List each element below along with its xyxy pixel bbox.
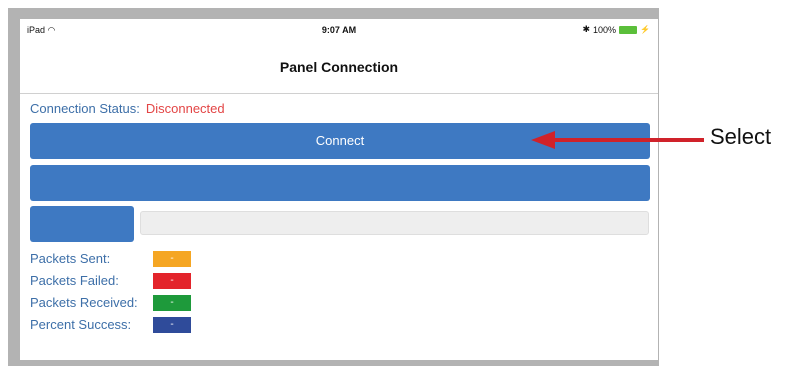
battery-indicator: ✱ 100% ⚡ [582, 24, 650, 35]
status-bar: iPad ◠ 9:07 AM ✱ 100% ⚡ [20, 19, 658, 37]
connection-status-value: Disconnected [145, 101, 225, 116]
stat-value-badge: - [153, 273, 191, 289]
status-time: 9:07 AM [321, 25, 357, 35]
stat-value-badge: - [153, 317, 191, 333]
stat-value-badge: - [153, 251, 191, 267]
bluetooth-icon: ✱ [582, 24, 590, 34]
nav-divider [20, 93, 658, 94]
charging-icon: ⚡ [640, 25, 650, 34]
stat-label: Percent Success: [30, 317, 132, 332]
page-title: Panel Connection [279, 59, 399, 75]
connection-status: Connection Status: Disconnected [30, 101, 225, 116]
secondary-button[interactable] [30, 165, 650, 201]
stat-label: Packets Received: [30, 295, 138, 310]
annotation-arrow-line [552, 138, 704, 142]
stat-label: Packets Sent: [30, 251, 111, 266]
connection-status-label: Connection Status: [30, 101, 140, 116]
stat-label: Packets Failed: [30, 273, 119, 288]
stat-value-badge: - [153, 295, 191, 311]
ipad-screen: iPad ◠ 9:07 AM ✱ 100% ⚡ Panel Connection… [20, 19, 658, 360]
text-input-field[interactable] [140, 211, 649, 235]
battery-icon [619, 25, 638, 34]
annotation-label: Select [710, 124, 772, 149]
battery-percent: 100% [593, 24, 617, 35]
small-action-button[interactable] [30, 206, 134, 242]
